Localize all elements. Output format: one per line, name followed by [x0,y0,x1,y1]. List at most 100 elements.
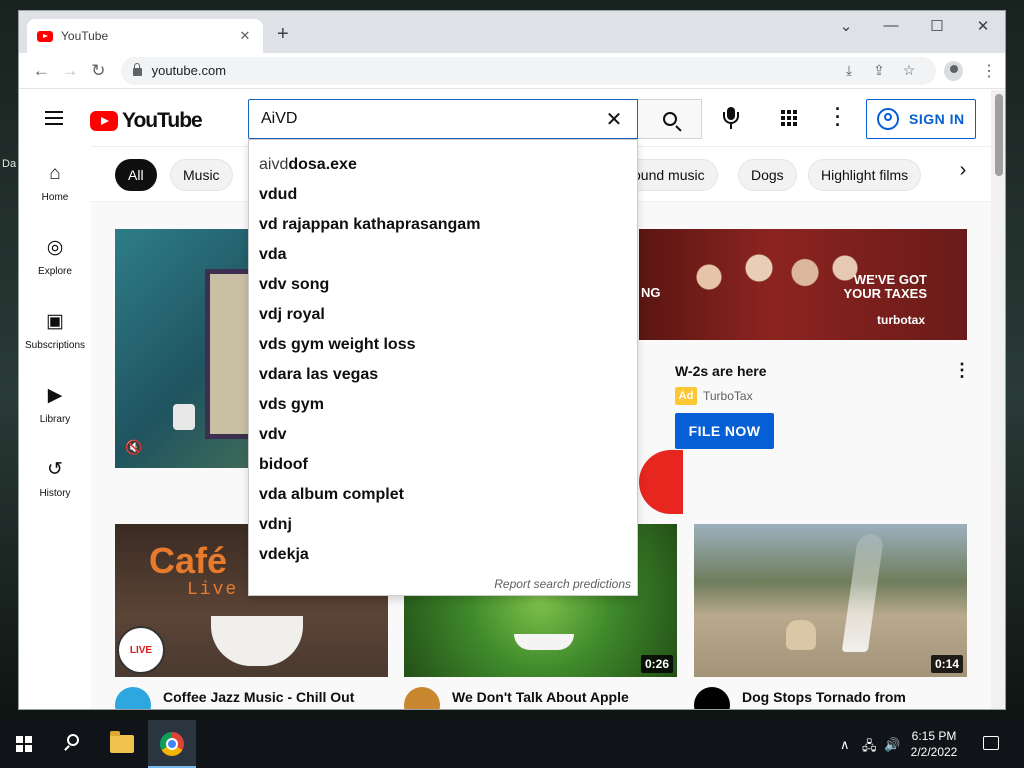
video-title[interactable]: Coffee Jazz Music - Chill Out Lounge Jaz… [163,687,383,709]
sidebar-item-library[interactable]: ▶ Library [19,368,91,442]
profile-avatar-icon[interactable] [943,60,963,81]
suggestion-item[interactable]: vda [249,240,637,270]
youtube-play-logo-icon [90,111,118,131]
reload-button[interactable]: ↻ [84,56,113,86]
taskbar-search-icon[interactable] [63,734,81,752]
close-window-button[interactable]: ✕ [968,17,998,35]
new-tab-button[interactable]: + [277,24,289,44]
ad-badge: Ad [675,387,697,405]
suggestion-item[interactable]: vdv song [249,270,637,300]
settings-more-icon[interactable]: · · · [834,100,842,134]
home-icon: ⌂ [49,163,61,184]
ad-advertiser[interactable]: TurboTax [703,389,753,403]
video-title[interactable]: We Don't Talk About Apple Bottom Jeans [452,687,672,709]
channel-avatar[interactable] [115,687,151,709]
show-hidden-icons-chevron-icon[interactable]: ∧ [840,737,850,753]
channel-avatar[interactable] [404,687,440,709]
tab-close-icon[interactable]: ✕ [237,28,253,44]
minimize-button[interactable]: — [876,17,906,34]
bookmark-star-icon[interactable]: ☆ [894,62,924,79]
chip-scroll-right-icon[interactable]: › [951,159,975,182]
channel-avatar[interactable] [694,687,730,709]
windows-start-icon[interactable] [16,736,32,752]
library-icon: ▶ [47,385,63,406]
forward-button[interactable]: → [56,56,85,86]
chip-all[interactable]: All [115,159,157,191]
search-input-value[interactable]: AiVD [261,110,603,128]
address-bar[interactable]: youtube.com ⤓ ⇪ ☆ [120,56,936,85]
banner-text-fragment: NG [641,285,661,300]
thumbnail-art [786,620,816,650]
suggestion-item[interactable]: vda album complet [249,480,637,510]
system-clock[interactable]: 6:15 PM 2/2/2022 [904,728,964,760]
thumbnail-art [514,634,574,650]
url-text[interactable]: youtube.com [152,63,834,78]
network-icon[interactable]: 🖧 [862,737,877,759]
suggestion-item[interactable]: bidoof [249,450,637,480]
history-icon: ↺ [47,459,63,480]
suggestion-item[interactable]: vdj royal [249,300,637,330]
maximize-button[interactable]: ☐ [922,17,952,35]
back-button[interactable]: ← [27,56,56,86]
video-thumbnail[interactable]: 0:14 [694,524,967,677]
sidebar-item-label: History [39,488,71,499]
action-center-notification-icon[interactable] [983,736,999,750]
ad-title[interactable]: W-2s are here [675,363,767,379]
youtube-wordmark: YouTube [122,109,203,132]
file-now-button[interactable]: FILE NOW [675,413,774,449]
search-button[interactable] [638,99,702,139]
tab-youtube[interactable]: YouTube ✕ [27,19,263,53]
browser-toolbar: ← → ↻ youtube.com ⤓ ⇪ ☆ ⋮ [19,53,1005,89]
sign-in-button[interactable]: SIGN IN [866,99,976,139]
install-app-icon[interactable]: ⤓ [834,62,864,79]
suggestion-item[interactable]: vdud [249,180,637,210]
family-photo [669,241,869,331]
search-input[interactable]: AiVD ✕ [248,99,638,139]
sign-in-label: SIGN IN [909,111,965,127]
suggestion-item[interactable]: vdara las vegas [249,360,637,390]
sidebar-item-history[interactable]: ↺ History [19,442,91,516]
sidebar-item-explore[interactable]: ◎ Explore [19,220,91,294]
mini-guide-sidebar: ⌂ Home ◎ Explore ▣ Subscriptions ▶ Libra… [19,146,91,516]
hamburger-menu-icon[interactable] [45,111,63,125]
chrome-window: YouTube ✕ + ⌄ — ☐ ✕ ← → ↻ youtube.com ⤓ … [18,10,1006,710]
apps-grid-icon[interactable] [781,110,797,126]
suggestion-item[interactable]: vdekja [249,540,637,570]
sidebar-item-subscriptions[interactable]: ▣ Subscriptions [19,294,91,368]
ad-banner-image[interactable]: NG WE'VE GOT YOUR TAXES turbotax [639,229,967,340]
voice-search-microphone-icon[interactable] [719,106,743,132]
tab-search-dropdown-icon[interactable]: ⌄ [831,17,861,35]
video-duration: 0:26 [640,655,673,673]
chip-highlight-films[interactable]: Highlight films [808,159,922,191]
suggestion-item[interactable]: vd rajappan kathaprasangam [249,210,637,240]
scrollbar-thumb[interactable] [995,94,1003,176]
suggestion-item[interactable]: aivd dosa.exe [249,150,637,180]
ad-more-options-icon[interactable]: ⋮ [953,360,971,381]
volume-muted-icon[interactable]: 🔊 [884,737,900,753]
live-badge: LIVE [117,626,165,674]
taskbar-chrome-button[interactable] [148,720,196,768]
page-scrollbar[interactable] [991,90,1005,709]
sidebar-item-home[interactable]: ⌂ Home [19,146,91,220]
suggestion-item[interactable]: vdnj [249,510,637,540]
suggestion-item[interactable]: vds gym weight loss [249,330,637,360]
suggestion-item[interactable]: vdv [249,420,637,450]
chip-music[interactable]: Music [170,159,233,191]
chip-dogs[interactable]: Dogs [738,159,797,191]
suggestion-item[interactable]: vds gym [249,390,637,420]
lock-icon[interactable] [132,63,142,76]
muted-speaker-icon[interactable]: 🔇 [125,439,142,456]
video-title[interactable]: Dog Stops Tornado from Forming [742,687,962,709]
banner-headline: WE'VE GOT YOUR TAXES [843,272,927,301]
report-search-predictions-link[interactable]: Report search predictions [494,577,631,591]
browser-menu-icon[interactable]: ⋮ [981,61,997,81]
file-explorer-icon[interactable] [110,731,134,753]
youtube-logo[interactable]: YouTube [90,109,203,133]
search-icon [662,112,677,126]
subscriptions-icon: ▣ [46,311,64,332]
desktop-icon-label-fragment[interactable]: Da [2,158,16,170]
clear-search-icon[interactable]: ✕ [603,107,625,132]
clock-time: 6:15 PM [911,729,957,743]
turbotax-logo-icon[interactable] [639,450,683,514]
share-icon[interactable]: ⇪ [864,62,894,79]
